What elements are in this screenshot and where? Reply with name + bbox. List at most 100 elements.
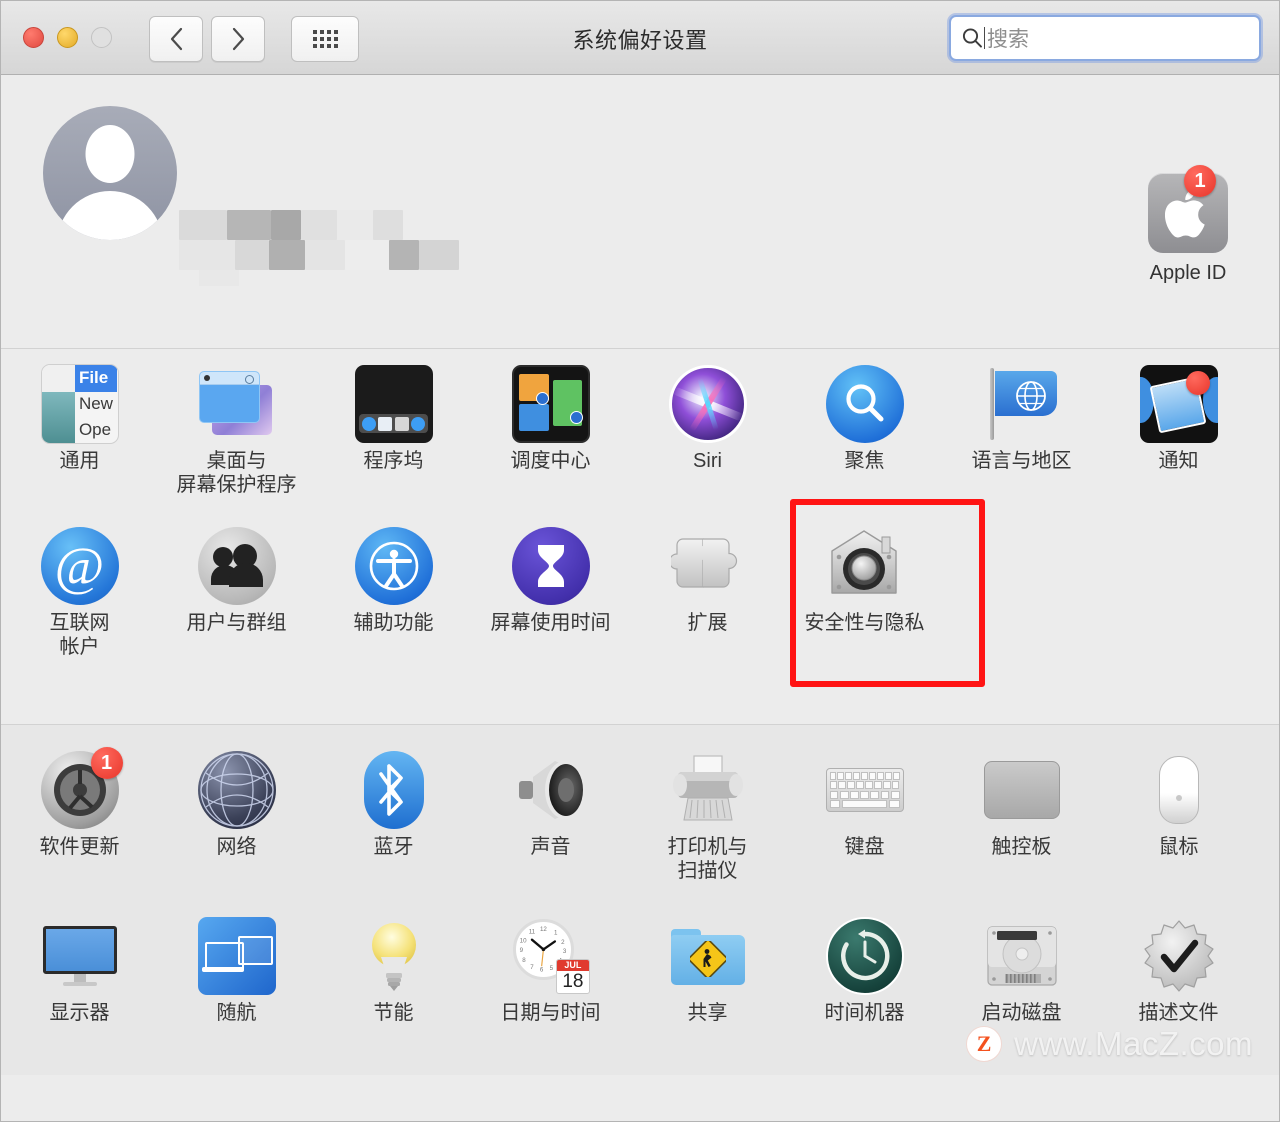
system-preferences-window: 系统偏好设置 搜索 1 Apple ID File New Ope 通用 桌面与… (0, 0, 1280, 1122)
svg-text:6: 6 (540, 966, 544, 973)
users-groups-icon (197, 527, 276, 606)
pref-item-sharing[interactable]: 共享 (629, 901, 786, 1026)
bluetooth-icon (355, 751, 433, 829)
search-field[interactable]: 搜索 (949, 15, 1261, 61)
pref-item-sound[interactable]: 声音 (472, 735, 629, 883)
pref-item-profiles[interactable]: 描述文件 (1100, 901, 1257, 1026)
preferences-row: 显示器 随航 节能 12 1 2 3 5 6 7 8 9 10 11 JUL 1… (1, 901, 1279, 1026)
pref-label: 描述文件 (1138, 1002, 1219, 1025)
pref-label: 共享 (687, 1002, 728, 1025)
dock-icon (354, 365, 433, 443)
redact-block (271, 210, 301, 240)
pref-item-spotlight[interactable]: 聚焦 (786, 349, 943, 497)
pref-label: Siri (693, 450, 722, 472)
pref-label: 软件更新 (39, 836, 120, 858)
keyboard-icon (825, 751, 904, 829)
pref-item-general[interactable]: File New Ope 通用 (1, 349, 158, 497)
title-bar: 系统偏好设置 搜索 (1, 1, 1279, 75)
sound-icon (512, 751, 590, 829)
time-machine-icon (825, 917, 904, 996)
pref-item-printers-scanners[interactable]: 打印机与 扫描仪 (629, 735, 786, 883)
software-update-icon: 1 (40, 747, 123, 829)
security-privacy-icon (826, 527, 904, 605)
redact-block (199, 270, 239, 286)
preferences-row: @ 互联网 帐户 用户与群组 辅助功能 屏幕使用时间 扩展 安全性与隐私 (1, 499, 1279, 688)
pref-item-security-privacy[interactable]: 安全性与隐私 (786, 499, 985, 688)
svg-text:7: 7 (530, 964, 534, 971)
pref-label: 键盘 (844, 836, 885, 858)
preferences-section-1: File New Ope 通用 桌面与 屏幕保护程序 程序坞 调度中心 Siri… (1, 348, 1279, 724)
pref-item-accessibility[interactable]: 辅助功能 (315, 511, 472, 659)
pref-label: 通知 (1158, 450, 1199, 472)
user-avatar-icon[interactable] (43, 106, 177, 240)
pref-label: 启动磁盘 (981, 1002, 1062, 1025)
pref-item-dock[interactable]: 程序坞 (315, 349, 472, 497)
pref-label: 网络 (216, 836, 257, 858)
pref-label: 触控板 (991, 836, 1052, 858)
pref-label: 程序坞 (363, 450, 424, 472)
account-name-redacted (179, 210, 499, 286)
macz-logo-icon: Z (966, 1026, 1003, 1062)
svg-text:3: 3 (563, 948, 567, 955)
pref-item-internet-accounts[interactable]: @ 互联网 帐户 (1, 511, 158, 659)
pref-label: 语言与地区 (971, 450, 1072, 472)
trackpad-icon (983, 751, 1061, 829)
redact-block (227, 210, 271, 240)
pref-item-energy-saver[interactable]: 节能 (315, 901, 472, 1026)
redact-block (179, 210, 227, 240)
pref-item-time-machine[interactable]: 时间机器 (786, 901, 943, 1026)
pref-item-date-time[interactable]: 1212 345 678 91011 (472, 901, 629, 1026)
pref-item-users-groups[interactable]: 用户与群组 (158, 511, 315, 659)
general-icon: File New Ope (40, 364, 119, 444)
redact-block (235, 240, 269, 270)
pref-item-displays[interactable]: 显示器 (1, 901, 158, 1026)
software-update-badge: 1 (90, 747, 123, 779)
redact-block (269, 240, 305, 270)
pref-label: 用户与群组 (186, 612, 287, 635)
redact-block (337, 210, 373, 240)
apple-id-header: 1 Apple ID 开始使用 iCloud 详细信息... (1, 75, 1279, 407)
pref-item-trackpad[interactable]: 触控板 (943, 735, 1100, 883)
svg-text:9: 9 (520, 947, 524, 954)
pref-item-mouse[interactable]: 鼠标 (1100, 735, 1257, 883)
pref-label: 声音 (530, 836, 571, 858)
pref-item-sidecar[interactable]: 随航 (158, 901, 315, 1026)
svg-text:5: 5 (550, 964, 554, 971)
pref-label: 聚焦 (844, 450, 885, 472)
displays-icon (41, 917, 119, 995)
pref-label: 屏幕使用时间 (490, 612, 611, 635)
desktop-screensaver-icon (198, 365, 276, 443)
pref-item-startup-disk[interactable]: 启动磁盘 (943, 901, 1100, 1026)
redact-block (179, 240, 235, 270)
preferences-row: 1 软件更新 网络 蓝牙 声音 打印机与 扫描仪 键盘 触控板 鼠标 (1, 725, 1279, 883)
pref-item-extensions[interactable]: 扩展 (629, 511, 786, 659)
pref-item-siri[interactable]: Siri (629, 349, 786, 497)
pref-item-bluetooth[interactable]: 蓝牙 (315, 735, 472, 883)
pref-item-keyboard[interactable]: 键盘 (786, 735, 943, 883)
notifications-icon (1139, 365, 1218, 443)
pref-item-network[interactable]: 网络 (158, 735, 315, 883)
text-cursor (984, 27, 985, 49)
profiles-icon (1140, 917, 1218, 995)
mission-control-icon (511, 365, 590, 443)
redact-block (419, 240, 459, 270)
apple-id-button[interactable]: 1 Apple ID (1125, 165, 1251, 285)
calendar-day: 18 (562, 970, 584, 992)
apple-id-notification-badge: 1 (1184, 165, 1216, 197)
pref-item-software-update[interactable]: 1 软件更新 (1, 735, 158, 883)
watermark-text: www.MacZ.com (1014, 1025, 1253, 1062)
avatar-head (85, 125, 135, 183)
pref-item-notifications[interactable]: 通知 (1100, 349, 1257, 497)
svg-text:11: 11 (529, 928, 536, 935)
pref-label: 时间机器 (824, 1002, 905, 1025)
pref-label: 通用 (59, 450, 100, 472)
svg-text:10: 10 (520, 937, 527, 944)
redact-block (345, 240, 389, 270)
apple-logo-icon: 1 (1148, 165, 1228, 253)
redact-block (305, 240, 345, 270)
pref-item-screen-time[interactable]: 屏幕使用时间 (472, 511, 629, 659)
pref-item-mission-control[interactable]: 调度中心 (472, 349, 629, 497)
pref-item-desktop-screensaver[interactable]: 桌面与 屏幕保护程序 (158, 349, 315, 497)
pref-item-language-region[interactable]: 语言与地区 (943, 349, 1100, 497)
redact-block (389, 240, 419, 270)
